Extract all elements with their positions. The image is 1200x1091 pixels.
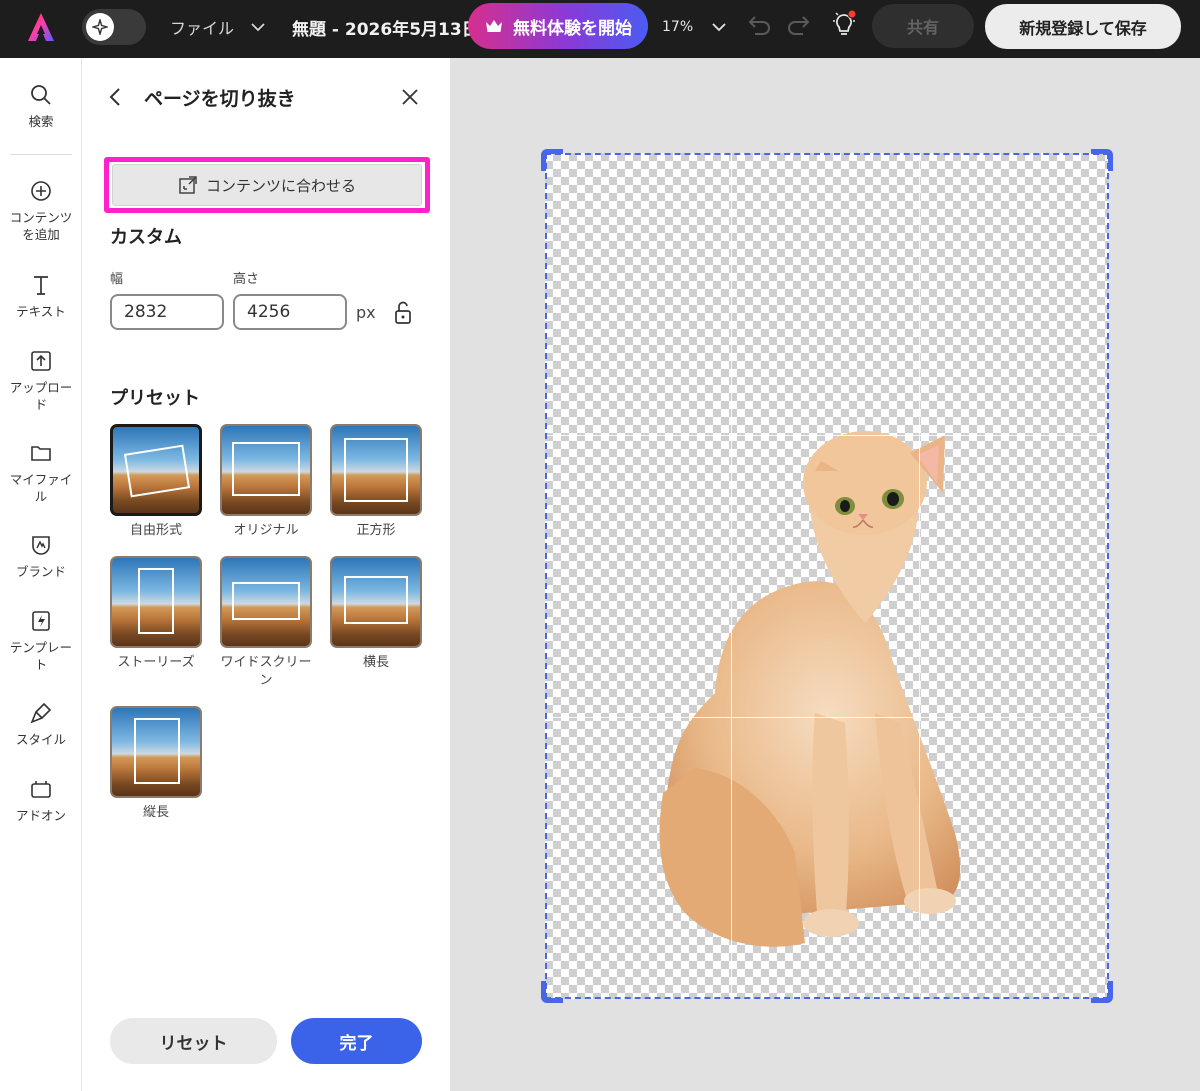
share-button[interactable]: 共有: [872, 4, 974, 48]
rail-item-label: アドオン: [15, 808, 66, 823]
zoom-control[interactable]: 17%: [662, 0, 727, 54]
crop-frame: [123, 444, 191, 498]
panel-title: ページを切り抜き: [144, 88, 296, 110]
preset-thumbnail: [110, 556, 202, 648]
chevron-down-icon: [712, 23, 726, 32]
brand-icon: [32, 536, 50, 555]
signup-save-button[interactable]: 新規登録して保存: [985, 4, 1181, 49]
unlock-icon[interactable]: [392, 300, 414, 326]
crop-handle-top-left[interactable]: [541, 149, 563, 171]
rail-item-my-files[interactable]: マイファイル: [0, 442, 82, 505]
close-icon[interactable]: [400, 87, 420, 107]
preset-label: 横長: [362, 655, 389, 670]
preset-label: ワイドスクリーン: [220, 655, 312, 688]
add-content-icon: [31, 181, 51, 201]
preset-stories[interactable]: ストーリーズ: [110, 556, 202, 672]
rail-item-text[interactable]: テキスト: [0, 274, 82, 320]
rail-item-label: マイファイル: [9, 472, 73, 504]
generative-toggle[interactable]: [82, 9, 146, 45]
rail-item-label: アップロード: [9, 380, 73, 412]
custom-heading: カスタム: [110, 227, 182, 248]
preset-thumbnail: [110, 424, 202, 516]
trial-label: 無料体験を開始: [513, 18, 632, 39]
text-icon: [34, 276, 48, 295]
rail-item-label: テキスト: [16, 304, 66, 319]
file-menu[interactable]: ファイル: [170, 0, 266, 54]
lightbulb-notification-icon[interactable]: [832, 10, 858, 40]
preset-thumbnail: [220, 556, 312, 648]
folder-icon: [31, 446, 51, 461]
height-label: 高さ: [233, 272, 260, 287]
fit-content-icon: [179, 176, 197, 194]
fit-content-label: コンテンツに合わせる: [205, 176, 356, 195]
crop-border: [545, 153, 1109, 999]
preset-label: 正方形: [356, 523, 396, 538]
preset-thumbnail: [110, 706, 202, 798]
done-button[interactable]: 完了: [291, 1018, 422, 1064]
height-input[interactable]: 4256: [233, 294, 347, 330]
preset-label: 自由形式: [129, 523, 182, 538]
unit-label: px: [356, 303, 376, 322]
addon-icon: [31, 781, 51, 798]
adobe-express-logo-icon[interactable]: [26, 11, 56, 43]
crop-handle-bottom-left[interactable]: [541, 981, 563, 1003]
left-rail: 検索 コンテンツを追加 テキスト アップロード マイファイル ブランド テンプレ…: [0, 58, 82, 1091]
preset-widescreen[interactable]: ワイドスクリーン: [220, 556, 312, 690]
crop-frame: [344, 438, 408, 502]
width-input[interactable]: 2832: [110, 294, 224, 330]
redo-icon[interactable]: [788, 15, 812, 37]
preset-square[interactable]: 正方形: [330, 424, 422, 540]
crop-handle-bottom-right[interactable]: [1091, 981, 1113, 1003]
rail-item-label: コンテンツを追加: [9, 210, 73, 242]
crop-frame: [232, 582, 300, 620]
zoom-level: 17%: [662, 19, 694, 35]
preset-portrait[interactable]: 縦長: [110, 706, 202, 822]
rail-item-upload[interactable]: アップロード: [0, 350, 82, 413]
document-title[interactable]: 無題 - 2026年5月13日: [292, 0, 482, 54]
search-icon: [31, 85, 51, 105]
preset-freeform[interactable]: 自由形式: [110, 424, 202, 540]
preset-original[interactable]: オリジナル: [220, 424, 312, 540]
rail-item-brand[interactable]: ブランド: [0, 534, 82, 580]
rail-item-label: テンプレート: [9, 640, 73, 672]
preset-label: 縦長: [142, 805, 169, 820]
preset-thumbnail: [330, 556, 422, 648]
preset-label: オリジナル: [233, 523, 299, 538]
rail-item-search[interactable]: 検索: [0, 84, 82, 130]
top-bar: ファイル 無題 - 2026年5月13日 無料体験を開始 17% 共有 新規登録…: [0, 0, 1200, 58]
chevron-down-icon: [251, 23, 265, 32]
preset-thumbnail: [330, 424, 422, 516]
start-free-trial-button[interactable]: 無料体験を開始: [468, 3, 648, 49]
crop-frame: [344, 576, 408, 624]
crown-icon: [486, 20, 502, 32]
width-label: 幅: [110, 272, 124, 287]
template-icon: [32, 611, 50, 631]
rail-item-addons[interactable]: アドオン: [0, 778, 82, 824]
fit-to-content-button[interactable]: コンテンツに合わせる: [112, 164, 422, 206]
canvas-area[interactable]: [450, 58, 1200, 1091]
preset-landscape[interactable]: 横長: [330, 556, 422, 672]
sparkle-icon: [86, 13, 114, 41]
crop-frame: [134, 718, 180, 784]
style-icon: [30, 702, 52, 724]
back-chevron-icon[interactable]: [108, 86, 122, 108]
rail-item-label: スタイル: [15, 732, 66, 747]
preset-heading: プリセット: [110, 388, 200, 409]
rail-divider: [10, 154, 72, 155]
rail-item-add-content[interactable]: コンテンツを追加: [0, 180, 82, 243]
crop-frame: [138, 568, 174, 634]
upload-icon: [31, 351, 51, 371]
rail-item-label: ブランド: [15, 564, 66, 579]
rail-item-label: 検索: [28, 114, 54, 129]
crop-handle-top-right[interactable]: [1091, 149, 1113, 171]
crop-frame: [232, 442, 300, 496]
crop-page-panel: ページを切り抜き コンテンツに合わせる カスタム 幅 高さ 2832 4256 …: [82, 58, 450, 1091]
preset-thumbnail: [220, 424, 312, 516]
preset-label: ストーリーズ: [117, 655, 195, 670]
rail-item-templates[interactable]: テンプレート: [0, 610, 82, 673]
file-menu-label: ファイル: [170, 19, 235, 38]
reset-button[interactable]: リセット: [110, 1018, 277, 1064]
undo-icon[interactable]: [746, 15, 770, 37]
rail-item-styles[interactable]: スタイル: [0, 702, 82, 748]
